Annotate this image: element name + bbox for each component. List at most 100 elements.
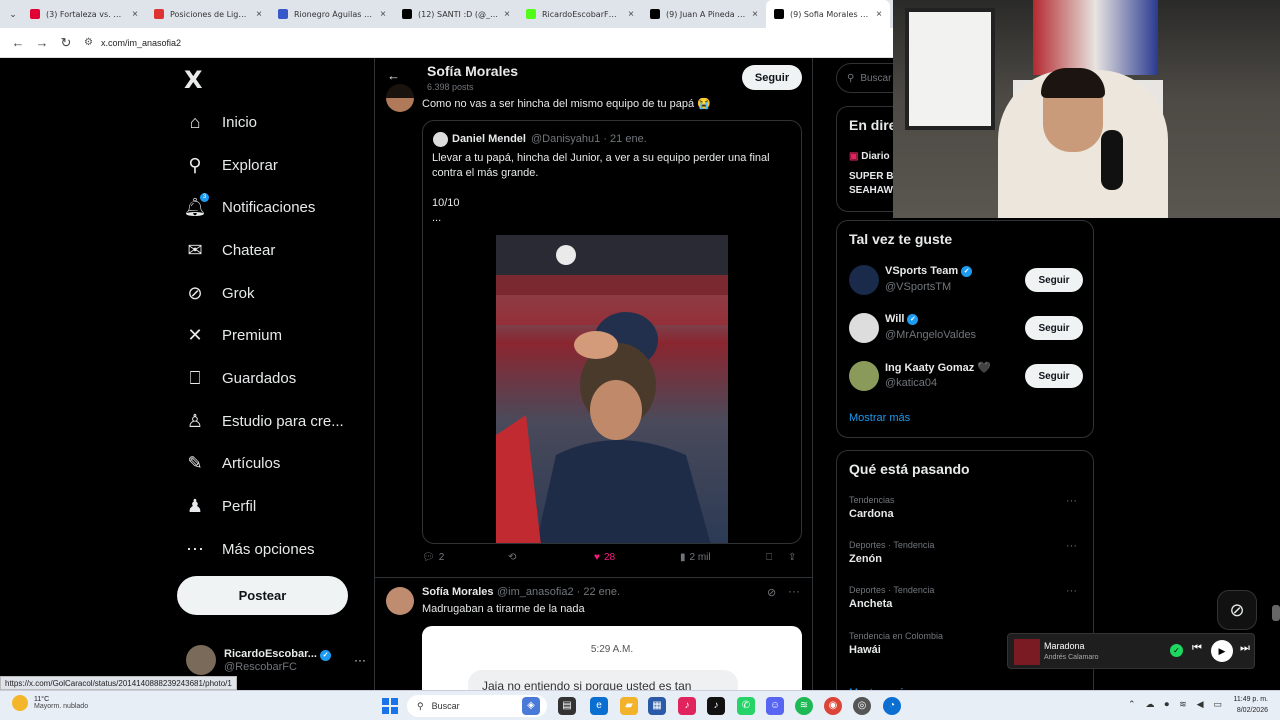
trend-item[interactable]: Deportes · Tendencia Zenón ···	[849, 540, 1083, 574]
follow-button[interactable]: Seguir	[1025, 364, 1083, 388]
cloud-icon[interactable]: ☁	[1146, 699, 1155, 710]
nav-item-notificaciones[interactable]: 🔔︎ 3 Notificaciones	[184, 187, 315, 227]
more-dots-icon[interactable]: ···	[1066, 495, 1077, 507]
media-player-widget[interactable]: Maradona Andrés Calamaro ✓ ⏮ ▶ ⏭	[1007, 633, 1255, 669]
notification-badge: 3	[200, 193, 209, 202]
nav-item-chatear[interactable]: ✉ Chatear	[184, 230, 275, 270]
more-dots-icon[interactable]: ···	[1066, 540, 1077, 552]
play-button[interactable]: ▶	[1211, 640, 1233, 662]
tiktok-icon[interactable]: ♪	[707, 697, 725, 715]
url-text: x.com/im_anasofia2	[100, 37, 182, 48]
more-dots-icon[interactable]: ···	[788, 584, 800, 598]
nav-item-mas-opciones[interactable]: ⋯ Más opciones	[184, 529, 315, 569]
nav-item-guardados[interactable]: ⎕ Guardados	[184, 358, 297, 398]
tweet-photo[interactable]	[496, 235, 728, 543]
browser-tab-active[interactable]: (9) Sofia Morales (@... ×	[766, 0, 890, 28]
browser-tab[interactable]: (9) Juan A Pineda M... ×	[642, 0, 766, 28]
copilot-icon[interactable]: ◈	[522, 697, 540, 715]
follow-button[interactable]: Seguir	[1025, 316, 1083, 340]
post-button[interactable]: Postear	[177, 576, 348, 615]
nav-item-perfil[interactable]: ♟ Perfil	[184, 486, 256, 526]
edge-browser-icon[interactable]: ◔	[883, 697, 901, 715]
previous-track-icon[interactable]: ⏮	[1192, 642, 1202, 655]
nav-item-inicio[interactable]: ⌂ Inicio	[184, 102, 257, 142]
views-button[interactable]: ▮ 2 mil	[680, 552, 711, 563]
nav-item-premium[interactable]: ✕ Premium	[184, 315, 282, 355]
wifi-icon[interactable]: ≋	[1179, 699, 1187, 710]
show-more-link[interactable]: Mostrar más	[849, 412, 910, 424]
windows-start-icon[interactable]	[382, 698, 398, 714]
file-explorer-icon[interactable]: ▰	[620, 697, 638, 715]
suggestion-row[interactable]: VSports Team ✓ @VSportsTM Seguir	[849, 263, 1083, 299]
close-tab-icon[interactable]: ×	[504, 9, 510, 20]
close-tab-icon[interactable]: ×	[132, 9, 138, 20]
next-track-icon[interactable]: ⏭	[1240, 642, 1250, 655]
text-line: ...	[432, 212, 442, 224]
tweet-author-name[interactable]: Sofía Morales	[422, 586, 494, 598]
nav-item-estudio[interactable]: ♙ Estudio para cre...	[184, 401, 344, 441]
chevron-up-icon[interactable]: ⌃	[1128, 699, 1136, 710]
close-tab-icon[interactable]: ×	[380, 9, 386, 20]
x-premium-icon: ✕	[187, 324, 203, 345]
url-field[interactable]: ⚙ x.com/im_anasofia2	[84, 37, 181, 48]
tab-search-chevron-icon[interactable]: ⌄	[4, 9, 22, 20]
grok-icon[interactable]: ⊘	[767, 586, 776, 599]
spotify-icon[interactable]: ≋	[795, 697, 813, 715]
volume-icon[interactable]: ◀	[1197, 699, 1204, 710]
browser-tab[interactable]: (12) SANTI :D (@_A... ×	[394, 0, 518, 28]
trend-topic: Cardona	[849, 508, 894, 520]
whatsapp-icon[interactable]: ✆	[737, 697, 755, 715]
discord-icon[interactable]: ☺	[766, 697, 784, 715]
trend-item[interactable]: Deportes · Tendencia Ancheta ···	[849, 585, 1083, 619]
suggestion-row[interactable]: Ing Kaaty Gomaz 🖤 @katica04 Seguir	[849, 359, 1083, 395]
avatar[interactable]	[386, 587, 414, 615]
system-clock[interactable]: 11:49 p. m. 8/02/2026	[1222, 694, 1268, 716]
share-button[interactable]: ⇪	[788, 552, 796, 563]
trend-item[interactable]: Tendencias Cardona ···	[849, 495, 1083, 529]
close-tab-icon[interactable]: ×	[752, 9, 758, 20]
nav-item-explorar[interactable]: ⚲ Explorar	[184, 145, 277, 185]
x-logo-icon[interactable]: X	[184, 66, 203, 94]
weather-icon	[12, 695, 28, 711]
store-icon[interactable]: ▦	[648, 697, 666, 715]
reload-icon[interactable]: ↻	[54, 35, 78, 51]
browser-tab[interactable]: (3) Fortaleza vs. Santa ×	[22, 0, 146, 28]
capcut-icon[interactable]: ♪	[678, 697, 696, 715]
back-arrow-icon[interactable]: ←	[387, 68, 400, 83]
more-dots-icon[interactable]: ···	[1066, 585, 1077, 597]
album-art	[1014, 639, 1040, 665]
grok-floating-button[interactable]: ⊘	[1217, 590, 1257, 630]
follow-button[interactable]: Seguir	[742, 65, 802, 90]
quoted-tweet[interactable]: Daniel Mendel @Danisyahu1 · 21 ene. Llev…	[422, 120, 802, 544]
tweet-author-handle[interactable]: @im_anasofia2 · 22 ene.	[497, 586, 620, 598]
bookmark-button[interactable]: ⎕	[766, 552, 772, 563]
weather-widget[interactable]: 11°C Mayorm. nublado	[12, 695, 88, 711]
obs-icon[interactable]: ◎	[853, 697, 871, 715]
site-settings-icon[interactable]: ⚙	[84, 37, 93, 48]
close-tab-icon[interactable]: ×	[876, 9, 882, 20]
chrome-icon[interactable]: ◉	[824, 697, 842, 715]
reply-button[interactable]: 💬︎ 2	[422, 552, 444, 563]
back-arrow-icon[interactable]: ←	[6, 35, 30, 50]
nav-item-grok[interactable]: ⊘ Grok	[184, 273, 254, 313]
browser-tab[interactable]: Rionegro Águilas Do... ×	[270, 0, 394, 28]
suggestion-name: VSports Team ✓	[885, 265, 973, 277]
close-tab-icon[interactable]: ×	[256, 9, 262, 20]
browser-tab[interactable]: RicardoEscobarFC Str... ×	[518, 0, 642, 28]
task-view-icon[interactable]: ▤	[558, 697, 576, 715]
nav-item-articulos[interactable]: ✎ Artículos	[184, 443, 280, 483]
suggestion-row[interactable]: Will ✓ @MrAngeloValdes Seguir	[849, 311, 1083, 347]
follow-button[interactable]: Seguir	[1025, 268, 1083, 292]
close-tab-icon[interactable]: ×	[628, 9, 634, 20]
browser-tab[interactable]: Posiciones de Liga D... ×	[146, 0, 270, 28]
edge-icon[interactable]: e	[590, 697, 608, 715]
microphone-icon[interactable]: ⏺	[1165, 699, 1170, 710]
more-dots-icon[interactable]: ···	[354, 653, 366, 667]
scrollbar-thumb[interactable]	[1272, 605, 1280, 621]
like-button[interactable]: ♥ 28	[594, 552, 615, 563]
tweet-image-chat-screenshot[interactable]: 5:29 A.M. Jaja no entiendo si porque ust…	[422, 626, 802, 690]
retweet-button[interactable]: ⟲	[508, 552, 516, 563]
avatar	[433, 132, 448, 147]
forward-arrow-icon[interactable]: →	[30, 35, 54, 50]
battery-icon[interactable]: ▭	[1214, 699, 1223, 710]
